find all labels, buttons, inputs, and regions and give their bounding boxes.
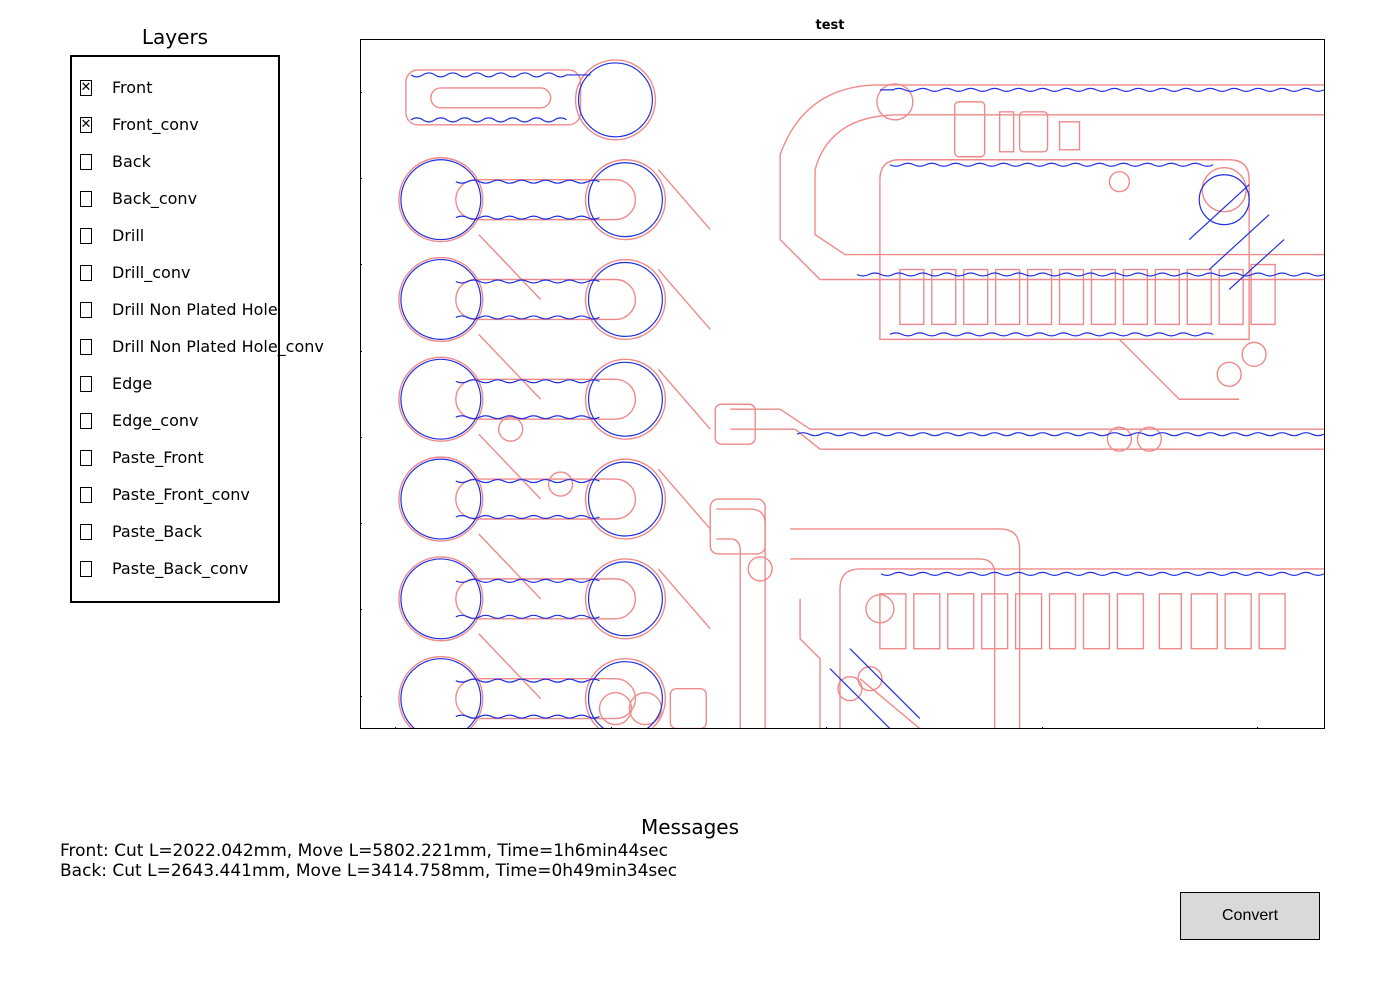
layer-label: Paste_Front_conv — [112, 485, 250, 504]
convert-button[interactable]: Convert — [1180, 892, 1320, 940]
messages-title: Messages — [60, 815, 1320, 839]
layer-label: Edge — [112, 374, 152, 393]
layers-panel: Layers Front Front_conv Back Back_conv Drill… — [70, 25, 280, 603]
layer-row-back-conv[interactable]: Back_conv — [78, 180, 272, 217]
checkbox-icon[interactable] — [80, 339, 92, 355]
layer-label: Edge_conv — [112, 411, 198, 430]
checkbox-icon[interactable] — [80, 376, 92, 392]
checkbox-icon[interactable] — [80, 487, 92, 503]
x-tick: 70 — [1033, 728, 1051, 729]
layer-row-drill-non-plated-hole-conv[interactable]: Drill Non Plated Hole_conv — [78, 328, 272, 365]
pcb-drawing — [361, 40, 1324, 729]
layer-row-front[interactable]: Front — [78, 69, 272, 106]
layer-label: Front_conv — [112, 115, 199, 134]
plot-area: test — [320, 18, 1340, 729]
layer-label: Drill Non Plated Hole — [112, 300, 278, 319]
checkbox-icon[interactable] — [80, 524, 92, 540]
checkbox-icon[interactable] — [80, 265, 92, 281]
checkbox-icon[interactable] — [80, 228, 92, 244]
layer-label: Paste_Back — [112, 522, 202, 541]
y-tick: 14 — [360, 688, 361, 704]
x-tick: 75 — [1248, 728, 1266, 729]
layer-label: Paste_Back_conv — [112, 559, 248, 578]
layer-label: Drill — [112, 226, 144, 245]
checkbox-icon[interactable] — [80, 413, 92, 429]
layer-row-paste-back[interactable]: Paste_Back — [78, 513, 272, 550]
layer-row-edge[interactable]: Edge — [78, 365, 272, 402]
checkbox-icon[interactable] — [80, 154, 92, 170]
layer-row-paste-front[interactable]: Paste_Front — [78, 439, 272, 476]
layer-label: Drill_conv — [112, 263, 190, 282]
checkbox-icon[interactable] — [80, 302, 92, 318]
layer-label: Paste_Front — [112, 448, 204, 467]
y-tick: 24 — [360, 256, 361, 272]
message-line: Front: Cut L=2022.042mm, Move L=5802.221… — [60, 841, 1320, 861]
checkbox-icon[interactable] — [80, 117, 92, 133]
messages-lines: Front: Cut L=2022.042mm, Move L=5802.221… — [60, 841, 1320, 881]
layer-row-paste-front-conv[interactable]: Paste_Front_conv — [78, 476, 272, 513]
layer-row-drill[interactable]: Drill — [78, 217, 272, 254]
y-tick: 20 — [360, 429, 361, 445]
layer-row-back[interactable]: Back — [78, 143, 272, 180]
checkbox-icon[interactable] — [80, 80, 92, 96]
y-tick: 18 — [360, 515, 361, 531]
layer-label: Drill Non Plated Hole_conv — [112, 337, 324, 356]
layer-label: Back — [112, 152, 151, 171]
layer-row-paste-back-conv[interactable]: Paste_Back_conv — [78, 550, 272, 587]
plot-title: test — [320, 18, 1340, 33]
y-tick: 16 — [360, 601, 361, 617]
messages-panel: Messages Front: Cut L=2022.042mm, Move L… — [60, 815, 1320, 881]
layers-title: Layers — [70, 25, 280, 49]
plot-canvas[interactable]: 14 16 18 20 22 24 26 28 55 60 65 70 75 — [360, 39, 1325, 729]
x-tick: 55 — [387, 728, 405, 729]
y-tick: 22 — [360, 343, 361, 359]
layer-row-front-conv[interactable]: Front_conv — [78, 106, 272, 143]
checkbox-icon[interactable] — [80, 191, 92, 207]
layer-row-edge-conv[interactable]: Edge_conv — [78, 402, 272, 439]
y-tick: 28 — [360, 84, 361, 100]
layer-label: Back_conv — [112, 189, 197, 208]
layer-row-drill-non-plated-hole[interactable]: Drill Non Plated Hole — [78, 291, 272, 328]
message-line: Back: Cut L=2643.441mm, Move L=3414.758m… — [60, 861, 1320, 881]
x-tick: 60 — [602, 728, 620, 729]
layers-list: Front Front_conv Back Back_conv Drill Drill_c… — [70, 55, 280, 603]
layer-row-drill-conv[interactable]: Drill_conv — [78, 254, 272, 291]
y-tick: 26 — [360, 170, 361, 186]
checkbox-icon[interactable] — [80, 450, 92, 466]
layer-label: Front — [112, 78, 152, 97]
checkbox-icon[interactable] — [80, 561, 92, 577]
x-tick: 65 — [817, 728, 835, 729]
